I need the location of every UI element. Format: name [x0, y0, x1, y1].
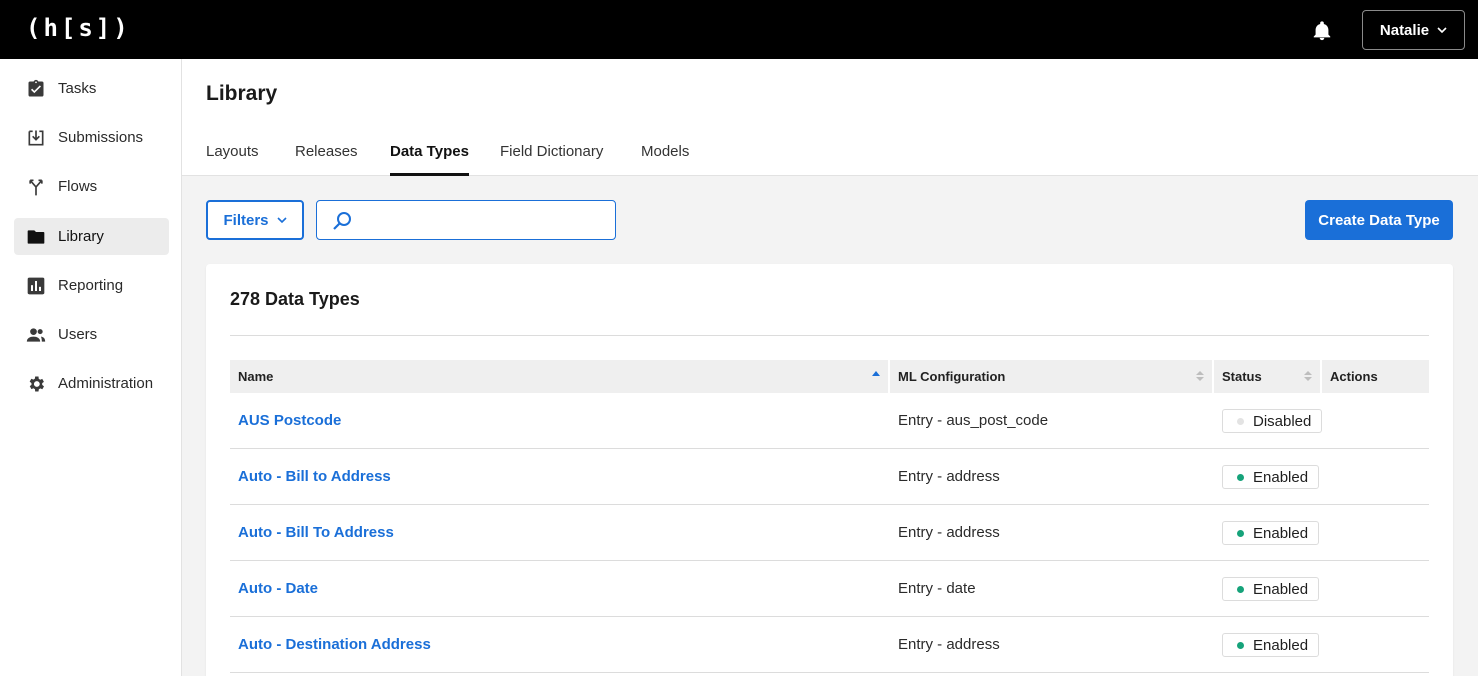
column-separator — [1212, 360, 1214, 393]
search-box[interactable] — [316, 200, 616, 240]
sidebar-item-label: Flows — [58, 178, 98, 195]
search-input[interactable] — [361, 207, 606, 233]
sidebar-item-label: Library — [58, 228, 104, 245]
status-badge: Enabled — [1222, 577, 1320, 601]
sidebar-item-label: Submissions — [58, 129, 144, 146]
sidebar-item-administration[interactable]: Administration — [14, 365, 169, 402]
gear-icon — [25, 373, 47, 395]
sidebar-item-users[interactable]: Users — [14, 316, 169, 353]
tab-layouts[interactable]: Layouts — [206, 143, 259, 176]
table-row: Auto - Date Entry - date Enabled — [230, 561, 1429, 617]
clipboard-check-icon — [25, 78, 47, 100]
bar-chart-icon — [25, 275, 47, 297]
column-header-name[interactable]: Name — [238, 360, 273, 393]
folder-icon — [25, 226, 47, 248]
ml-configuration: Entry - address — [898, 468, 1000, 485]
tab-data-types[interactable]: Data Types — [390, 143, 469, 176]
create-data-type-button[interactable]: Create Data Type — [1305, 200, 1453, 240]
top-bar: (h[s]) Natalie — [0, 0, 1478, 59]
status-dot-icon — [1237, 529, 1244, 537]
bell-icon[interactable] — [1311, 20, 1333, 42]
search-icon — [333, 212, 351, 230]
data-types-card: 278 Data Types Name ML Configuration Sta… — [206, 264, 1453, 676]
sidebar-item-tasks[interactable]: Tasks — [14, 70, 169, 107]
sidebar-item-submissions[interactable]: Submissions — [14, 119, 169, 156]
table-header: Name ML Configuration Status Actions — [230, 360, 1429, 393]
data-type-name-link[interactable]: AUS Postcode — [238, 412, 341, 429]
data-types-count: 278 Data Types — [230, 289, 360, 309]
status-dot-icon — [1237, 585, 1244, 593]
column-header-ml-configuration[interactable]: ML Configuration — [898, 360, 1005, 393]
ml-configuration: Entry - aus_post_code — [898, 412, 1049, 429]
status-badge: Enabled — [1222, 521, 1320, 545]
column-header-actions: Actions — [1330, 369, 1378, 384]
data-type-name-link[interactable]: Auto - Date — [238, 580, 318, 597]
chevron-down-icon — [1437, 27, 1447, 34]
ml-configuration: Entry - address — [898, 636, 1000, 653]
data-type-name-link[interactable]: Auto - Destination Address — [238, 636, 431, 653]
fork-icon — [25, 176, 47, 198]
sidebar-item-label: Tasks — [58, 80, 97, 97]
status-badge: Disabled — [1222, 409, 1323, 433]
status-dot-icon — [1237, 473, 1244, 481]
status-badge: Enabled — [1222, 633, 1320, 657]
table-row: Auto - Destination Address Entry - addre… — [230, 617, 1429, 673]
sort-ascending-icon[interactable] — [872, 370, 880, 382]
ml-configuration: Entry - date — [898, 580, 976, 597]
sidebar-item-label: Reporting — [58, 277, 124, 294]
column-header-status[interactable]: Status — [1222, 360, 1262, 393]
status-dot-icon — [1237, 641, 1244, 649]
users-icon — [25, 324, 47, 346]
status-label: Disabled — [1253, 412, 1312, 430]
status-label: Enabled — [1253, 524, 1309, 542]
column-separator — [888, 360, 890, 393]
sidebar-item-flows[interactable]: Flows — [14, 168, 169, 205]
column-separator — [1320, 360, 1322, 393]
download-tray-icon — [25, 127, 47, 149]
filters-label: Filters — [223, 211, 269, 229]
sidebar-item-reporting[interactable]: Reporting — [14, 267, 169, 304]
sidebar-item-label: Users — [58, 326, 98, 343]
page-header: Library Layouts Releases Data Types Fiel… — [182, 59, 1478, 176]
status-badge: Enabled — [1222, 465, 1320, 489]
tab-field-dictionary[interactable]: Field Dictionary — [500, 143, 603, 176]
status-label: Enabled — [1253, 636, 1309, 654]
tab-models[interactable]: Models — [641, 143, 689, 176]
sidebar: Tasks Submissions Flows Library Reportin… — [0, 59, 182, 676]
tab-releases[interactable]: Releases — [295, 143, 358, 176]
data-type-name-link[interactable]: Auto - Bill To Address — [238, 524, 394, 541]
app-logo[interactable]: (h[s]) — [26, 14, 131, 42]
user-name: Natalie — [1379, 21, 1430, 39]
user-menu-button[interactable]: Natalie — [1362, 10, 1465, 50]
divider — [230, 335, 1429, 336]
sidebar-item-label: Administration — [58, 375, 154, 392]
filters-button[interactable]: Filters — [206, 200, 304, 240]
ml-configuration: Entry - address — [898, 524, 1000, 541]
sidebar-item-library[interactable]: Library — [14, 218, 169, 255]
page-title: Library — [206, 82, 278, 105]
chevron-down-icon — [276, 217, 287, 224]
status-label: Enabled — [1253, 580, 1309, 598]
table-row: Auto - Bill To Address Entry - address E… — [230, 505, 1429, 561]
status-dot-icon — [1237, 417, 1244, 425]
table-row: Auto - Bill to Address Entry - address E… — [230, 449, 1429, 505]
sort-icon[interactable] — [1196, 370, 1204, 382]
sort-icon[interactable] — [1304, 370, 1312, 382]
status-label: Enabled — [1253, 468, 1309, 486]
data-type-name-link[interactable]: Auto - Bill to Address — [238, 468, 391, 485]
table-row: AUS Postcode Entry - aus_post_code Disab… — [230, 393, 1429, 449]
